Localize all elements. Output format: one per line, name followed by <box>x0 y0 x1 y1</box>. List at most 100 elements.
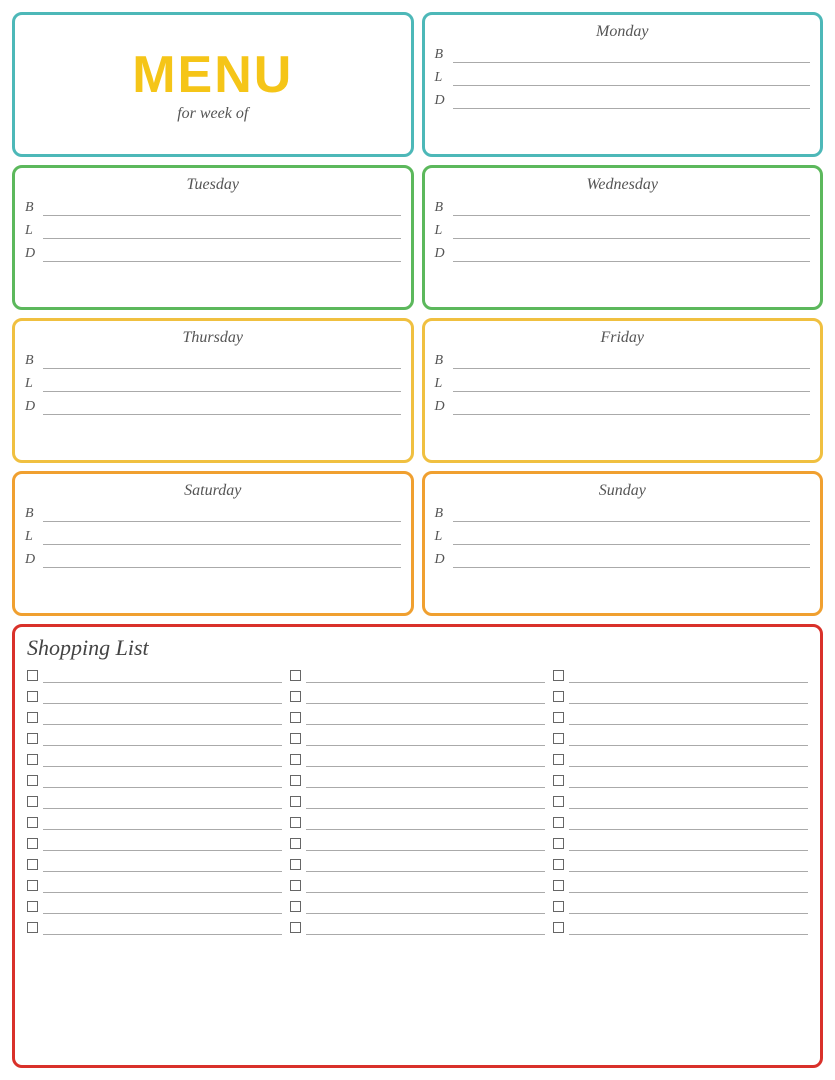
thursday-card: Thursday B L D <box>12 318 414 463</box>
checkbox[interactable] <box>553 817 564 828</box>
checkbox[interactable] <box>290 712 301 723</box>
checkbox[interactable] <box>27 775 38 786</box>
checkbox[interactable] <box>27 733 38 744</box>
list-item <box>553 772 808 788</box>
list-item <box>27 730 282 746</box>
tuesday-title: Tuesday <box>25 176 401 194</box>
checkbox[interactable] <box>27 859 38 870</box>
checkbox[interactable] <box>290 922 301 933</box>
checkbox[interactable] <box>553 796 564 807</box>
list-item <box>290 772 545 788</box>
checkbox[interactable] <box>553 880 564 891</box>
list-item <box>27 814 282 830</box>
sunday-title: Sunday <box>435 482 811 500</box>
checkbox[interactable] <box>27 817 38 828</box>
checkbox[interactable] <box>290 796 301 807</box>
checkbox[interactable] <box>27 796 38 807</box>
list-item <box>290 814 545 830</box>
checkbox[interactable] <box>553 712 564 723</box>
shopping-list-title: Shopping List <box>27 635 808 661</box>
wednesday-card: Wednesday B L D <box>422 165 824 310</box>
list-item <box>290 835 545 851</box>
checkbox[interactable] <box>553 901 564 912</box>
monday-title: Monday <box>435 23 811 41</box>
list-item <box>290 856 545 872</box>
checkbox[interactable] <box>290 859 301 870</box>
thursday-title: Thursday <box>25 329 401 347</box>
checkbox[interactable] <box>290 670 301 681</box>
checkbox[interactable] <box>553 691 564 702</box>
checkbox[interactable] <box>553 733 564 744</box>
thursday-dinner: D <box>25 399 401 415</box>
list-item <box>553 709 808 725</box>
checkbox[interactable] <box>553 838 564 849</box>
list-item <box>27 688 282 704</box>
checkbox[interactable] <box>27 838 38 849</box>
checkbox[interactable] <box>27 901 38 912</box>
tuesday-card: Tuesday B L D <box>12 165 414 310</box>
tuesday-dinner: D <box>25 246 401 262</box>
list-item <box>553 730 808 746</box>
list-item <box>553 688 808 704</box>
top-row: MENU for week of Monday B L D <box>12 12 823 157</box>
checkbox[interactable] <box>27 670 38 681</box>
checkbox[interactable] <box>290 901 301 912</box>
list-item <box>27 877 282 893</box>
shopping-col-3 <box>553 667 808 1057</box>
checkbox[interactable] <box>27 754 38 765</box>
list-item <box>290 751 545 767</box>
sunday-lunch: L <box>435 529 811 545</box>
list-item <box>27 793 282 809</box>
checkbox[interactable] <box>290 838 301 849</box>
sunday-dinner: D <box>435 552 811 568</box>
list-item <box>27 919 282 935</box>
checkbox[interactable] <box>27 880 38 891</box>
saturday-sunday-row: Saturday B L D Sunday B L <box>12 471 823 616</box>
list-item <box>290 709 545 725</box>
friday-dinner: D <box>435 399 811 415</box>
menu-title: MENU <box>132 49 293 101</box>
list-item <box>27 835 282 851</box>
list-item <box>553 793 808 809</box>
list-item <box>290 793 545 809</box>
checkbox[interactable] <box>27 922 38 933</box>
tuesday-breakfast: B <box>25 200 401 216</box>
wednesday-dinner: D <box>435 246 811 262</box>
list-item <box>290 667 545 683</box>
list-item <box>553 751 808 767</box>
checkbox[interactable] <box>290 691 301 702</box>
checkbox[interactable] <box>27 712 38 723</box>
list-item <box>27 898 282 914</box>
menu-subtitle: for week of <box>177 105 248 123</box>
tuesday-lunch: L <box>25 223 401 239</box>
checkbox[interactable] <box>290 754 301 765</box>
wednesday-lunch: L <box>435 223 811 239</box>
thursday-breakfast: B <box>25 353 401 369</box>
checkbox[interactable] <box>290 733 301 744</box>
wednesday-breakfast: B <box>435 200 811 216</box>
page: MENU for week of Monday B L D Tuesday B <box>0 0 835 1080</box>
list-item <box>27 709 282 725</box>
checkbox[interactable] <box>553 754 564 765</box>
list-item <box>290 919 545 935</box>
tuesday-wednesday-row: Tuesday B L D Wednesday B L <box>12 165 823 310</box>
checkbox[interactable] <box>290 817 301 828</box>
checkbox[interactable] <box>553 670 564 681</box>
list-item <box>27 667 282 683</box>
list-item <box>553 835 808 851</box>
checkbox[interactable] <box>553 859 564 870</box>
list-item <box>553 814 808 830</box>
list-item <box>290 688 545 704</box>
checkbox[interactable] <box>290 880 301 891</box>
sunday-card: Sunday B L D <box>422 471 824 616</box>
friday-title: Friday <box>435 329 811 347</box>
shopping-list-section: Shopping List <box>12 624 823 1068</box>
list-item <box>290 877 545 893</box>
checkbox[interactable] <box>290 775 301 786</box>
monday-dinner: D <box>435 93 811 109</box>
list-item <box>553 877 808 893</box>
checkbox[interactable] <box>553 922 564 933</box>
friday-lunch: L <box>435 376 811 392</box>
checkbox[interactable] <box>553 775 564 786</box>
checkbox[interactable] <box>27 691 38 702</box>
